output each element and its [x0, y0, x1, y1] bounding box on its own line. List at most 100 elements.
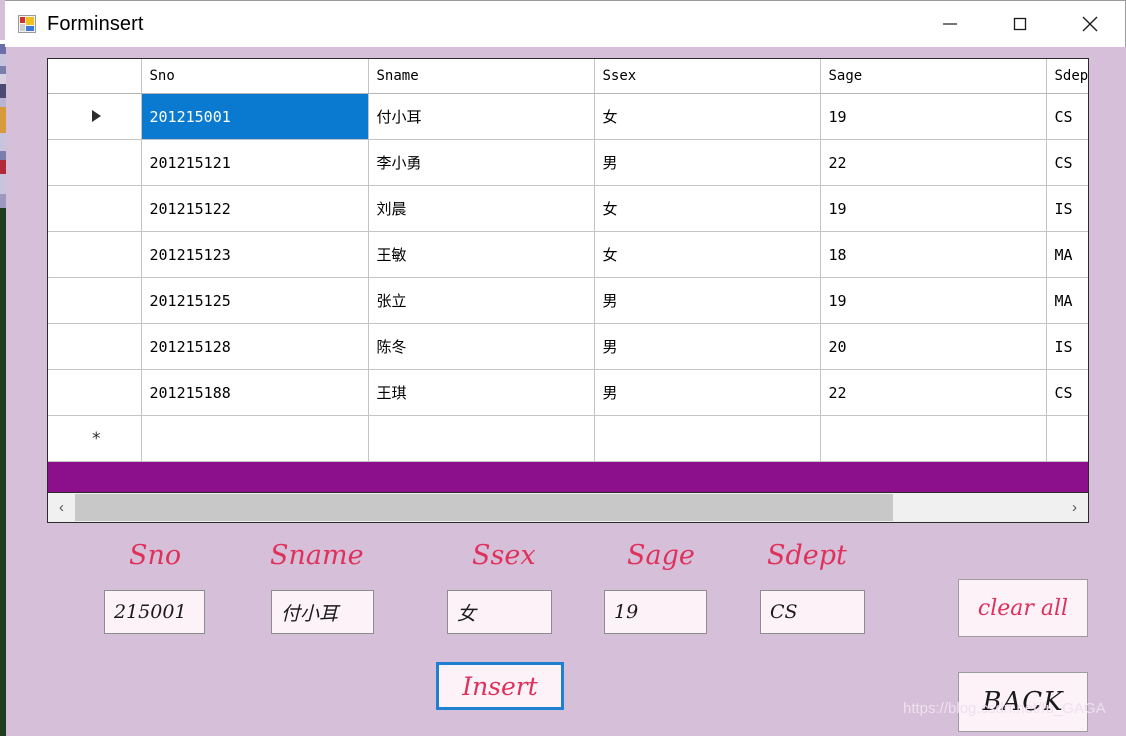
- cell-sdept[interactable]: IS: [1046, 185, 1088, 232]
- cell-sdept[interactable]: IS: [1046, 323, 1088, 370]
- row-header-cell[interactable]: [48, 139, 142, 186]
- student-table: Sno Sname Ssex Sage Sdep 201215001 付小耳女 19…: [48, 59, 1088, 462]
- row-header-cell[interactable]: [48, 231, 142, 278]
- table-row[interactable]: 201215125 张立男 19 MA: [48, 277, 1088, 324]
- column-header-sdept[interactable]: Sdep: [1046, 59, 1088, 94]
- window-controls: [915, 1, 1125, 48]
- ssex-input[interactable]: 女: [447, 590, 552, 634]
- table-row[interactable]: 201215121 李小勇男 22 CS: [48, 139, 1088, 186]
- scroll-left-arrow-icon[interactable]: ‹: [48, 493, 75, 522]
- bleed-segment: [0, 84, 6, 98]
- cell-sage[interactable]: [820, 415, 1047, 462]
- back-button[interactable]: BACK: [958, 672, 1088, 732]
- forms-app-icon: [18, 15, 36, 33]
- application-window: Forminsert Sno Sname Ssex Sage Sdep 2012…: [0, 0, 1126, 736]
- cell-sno[interactable]: 201215122: [141, 185, 369, 232]
- title-bar: Forminsert: [5, 0, 1126, 47]
- cell-sdept[interactable]: [1046, 415, 1088, 462]
- cell-sage[interactable]: 19: [820, 93, 1047, 140]
- bleed-segment: [0, 74, 6, 84]
- horizontal-scrollbar[interactable]: ‹ ›: [48, 492, 1088, 522]
- sdept-input[interactable]: CS: [760, 590, 865, 634]
- new-row-asterisk-icon: *: [91, 428, 102, 449]
- table-body: 201215001 付小耳女 19 CS 201215121 李小勇男 22 CS 201215…: [48, 93, 1088, 462]
- bleed-segment: [0, 208, 6, 736]
- cell-sno[interactable]: 201215188: [141, 369, 369, 416]
- cell-ssex[interactable]: [594, 415, 821, 462]
- sage-input[interactable]: 19: [604, 590, 707, 634]
- cell-sno[interactable]: 201215128: [141, 323, 369, 370]
- scrollbar-thumb[interactable]: [75, 494, 894, 521]
- column-header-ssex[interactable]: Ssex: [594, 59, 821, 94]
- cell-sdept[interactable]: CS: [1046, 93, 1088, 140]
- cell-sno[interactable]: 201215125: [141, 277, 369, 324]
- row-header-cell[interactable]: [48, 369, 142, 416]
- cell-sname[interactable]: 王琪: [368, 369, 595, 416]
- cell-sname[interactable]: 王敏: [368, 231, 595, 278]
- label-sdept: Sdept: [767, 540, 847, 571]
- cell-ssex[interactable]: 女: [594, 231, 821, 278]
- cell-ssex[interactable]: 男: [594, 369, 821, 416]
- cell-sage[interactable]: 20: [820, 323, 1047, 370]
- grid-scroll-area: Sno Sname Ssex Sage Sdep 201215001 付小耳女 19…: [48, 59, 1088, 492]
- column-header-sname[interactable]: Sname: [368, 59, 595, 94]
- data-grid-view[interactable]: Sno Sname Ssex Sage Sdep 201215001 付小耳女 19…: [47, 58, 1089, 523]
- row-header-cell[interactable]: [48, 185, 142, 232]
- table-row[interactable]: 201215128 陈冬男 20 IS: [48, 323, 1088, 370]
- cell-sname[interactable]: [368, 415, 595, 462]
- cell-sdept[interactable]: MA: [1046, 277, 1088, 324]
- scrollbar-track[interactable]: [75, 493, 1061, 522]
- sno-input[interactable]: 215001: [104, 590, 205, 634]
- cell-sdept[interactable]: CS: [1046, 369, 1088, 416]
- maximize-button[interactable]: [985, 1, 1055, 48]
- insert-button[interactable]: Insert: [436, 662, 564, 710]
- cell-sage[interactable]: 19: [820, 277, 1047, 324]
- label-ssex: Ssex: [472, 540, 536, 571]
- cell-sname[interactable]: 张立: [368, 277, 595, 324]
- window-title: Forminsert: [47, 12, 144, 35]
- cell-ssex[interactable]: 男: [594, 277, 821, 324]
- minimize-button[interactable]: [915, 1, 985, 48]
- cell-ssex[interactable]: 女: [594, 93, 821, 140]
- cell-sname[interactable]: 李小勇: [368, 139, 595, 186]
- bleed-segment: [0, 151, 6, 160]
- cell-sno[interactable]: 201215121: [141, 139, 369, 186]
- background-window-edge: [0, 40, 6, 736]
- bleed-segment: [0, 98, 6, 107]
- table-row[interactable]: 201215001 付小耳女 19 CS: [48, 93, 1088, 140]
- cell-sdept[interactable]: CS: [1046, 139, 1088, 186]
- sname-input[interactable]: 付小耳: [271, 590, 374, 634]
- scroll-right-arrow-icon[interactable]: ›: [1061, 493, 1088, 522]
- column-header-sno[interactable]: Sno: [141, 59, 369, 94]
- clear-all-button[interactable]: clear all: [958, 579, 1088, 637]
- cell-sage[interactable]: 18: [820, 231, 1047, 278]
- cell-ssex[interactable]: 男: [594, 139, 821, 186]
- cell-sno[interactable]: 201215001: [141, 93, 369, 140]
- bleed-segment: [0, 107, 6, 133]
- cell-ssex[interactable]: 男: [594, 323, 821, 370]
- bleed-segment: [0, 133, 6, 151]
- row-header-cell[interactable]: [48, 323, 142, 370]
- cell-sno[interactable]: [141, 415, 369, 462]
- table-row[interactable]: 201215123 王敏女 18 MA: [48, 231, 1088, 278]
- row-header-cell[interactable]: [48, 93, 142, 140]
- row-header-cell[interactable]: *: [48, 415, 142, 462]
- table-row[interactable]: *: [48, 415, 1088, 462]
- table-row[interactable]: 201215122 刘晨女 19 IS: [48, 185, 1088, 232]
- cell-sdept[interactable]: MA: [1046, 231, 1088, 278]
- cell-sno[interactable]: 201215123: [141, 231, 369, 278]
- bleed-segment: [0, 194, 6, 208]
- row-header-cell[interactable]: [48, 277, 142, 324]
- cell-sage[interactable]: 19: [820, 185, 1047, 232]
- cell-sname[interactable]: 陈冬: [368, 323, 595, 370]
- cell-ssex[interactable]: 女: [594, 185, 821, 232]
- cell-sage[interactable]: 22: [820, 139, 1047, 186]
- column-header-rowselector[interactable]: [48, 59, 142, 94]
- cell-sage[interactable]: 22: [820, 369, 1047, 416]
- close-button[interactable]: [1055, 1, 1125, 48]
- cell-sname[interactable]: 付小耳: [368, 93, 595, 140]
- column-header-sage[interactable]: Sage: [820, 59, 1047, 94]
- cell-sname[interactable]: 刘晨: [368, 185, 595, 232]
- field-labels: Sno Sname Ssex Sage Sdept: [104, 540, 904, 582]
- table-row[interactable]: 201215188 王琪男 22 CS: [48, 369, 1088, 416]
